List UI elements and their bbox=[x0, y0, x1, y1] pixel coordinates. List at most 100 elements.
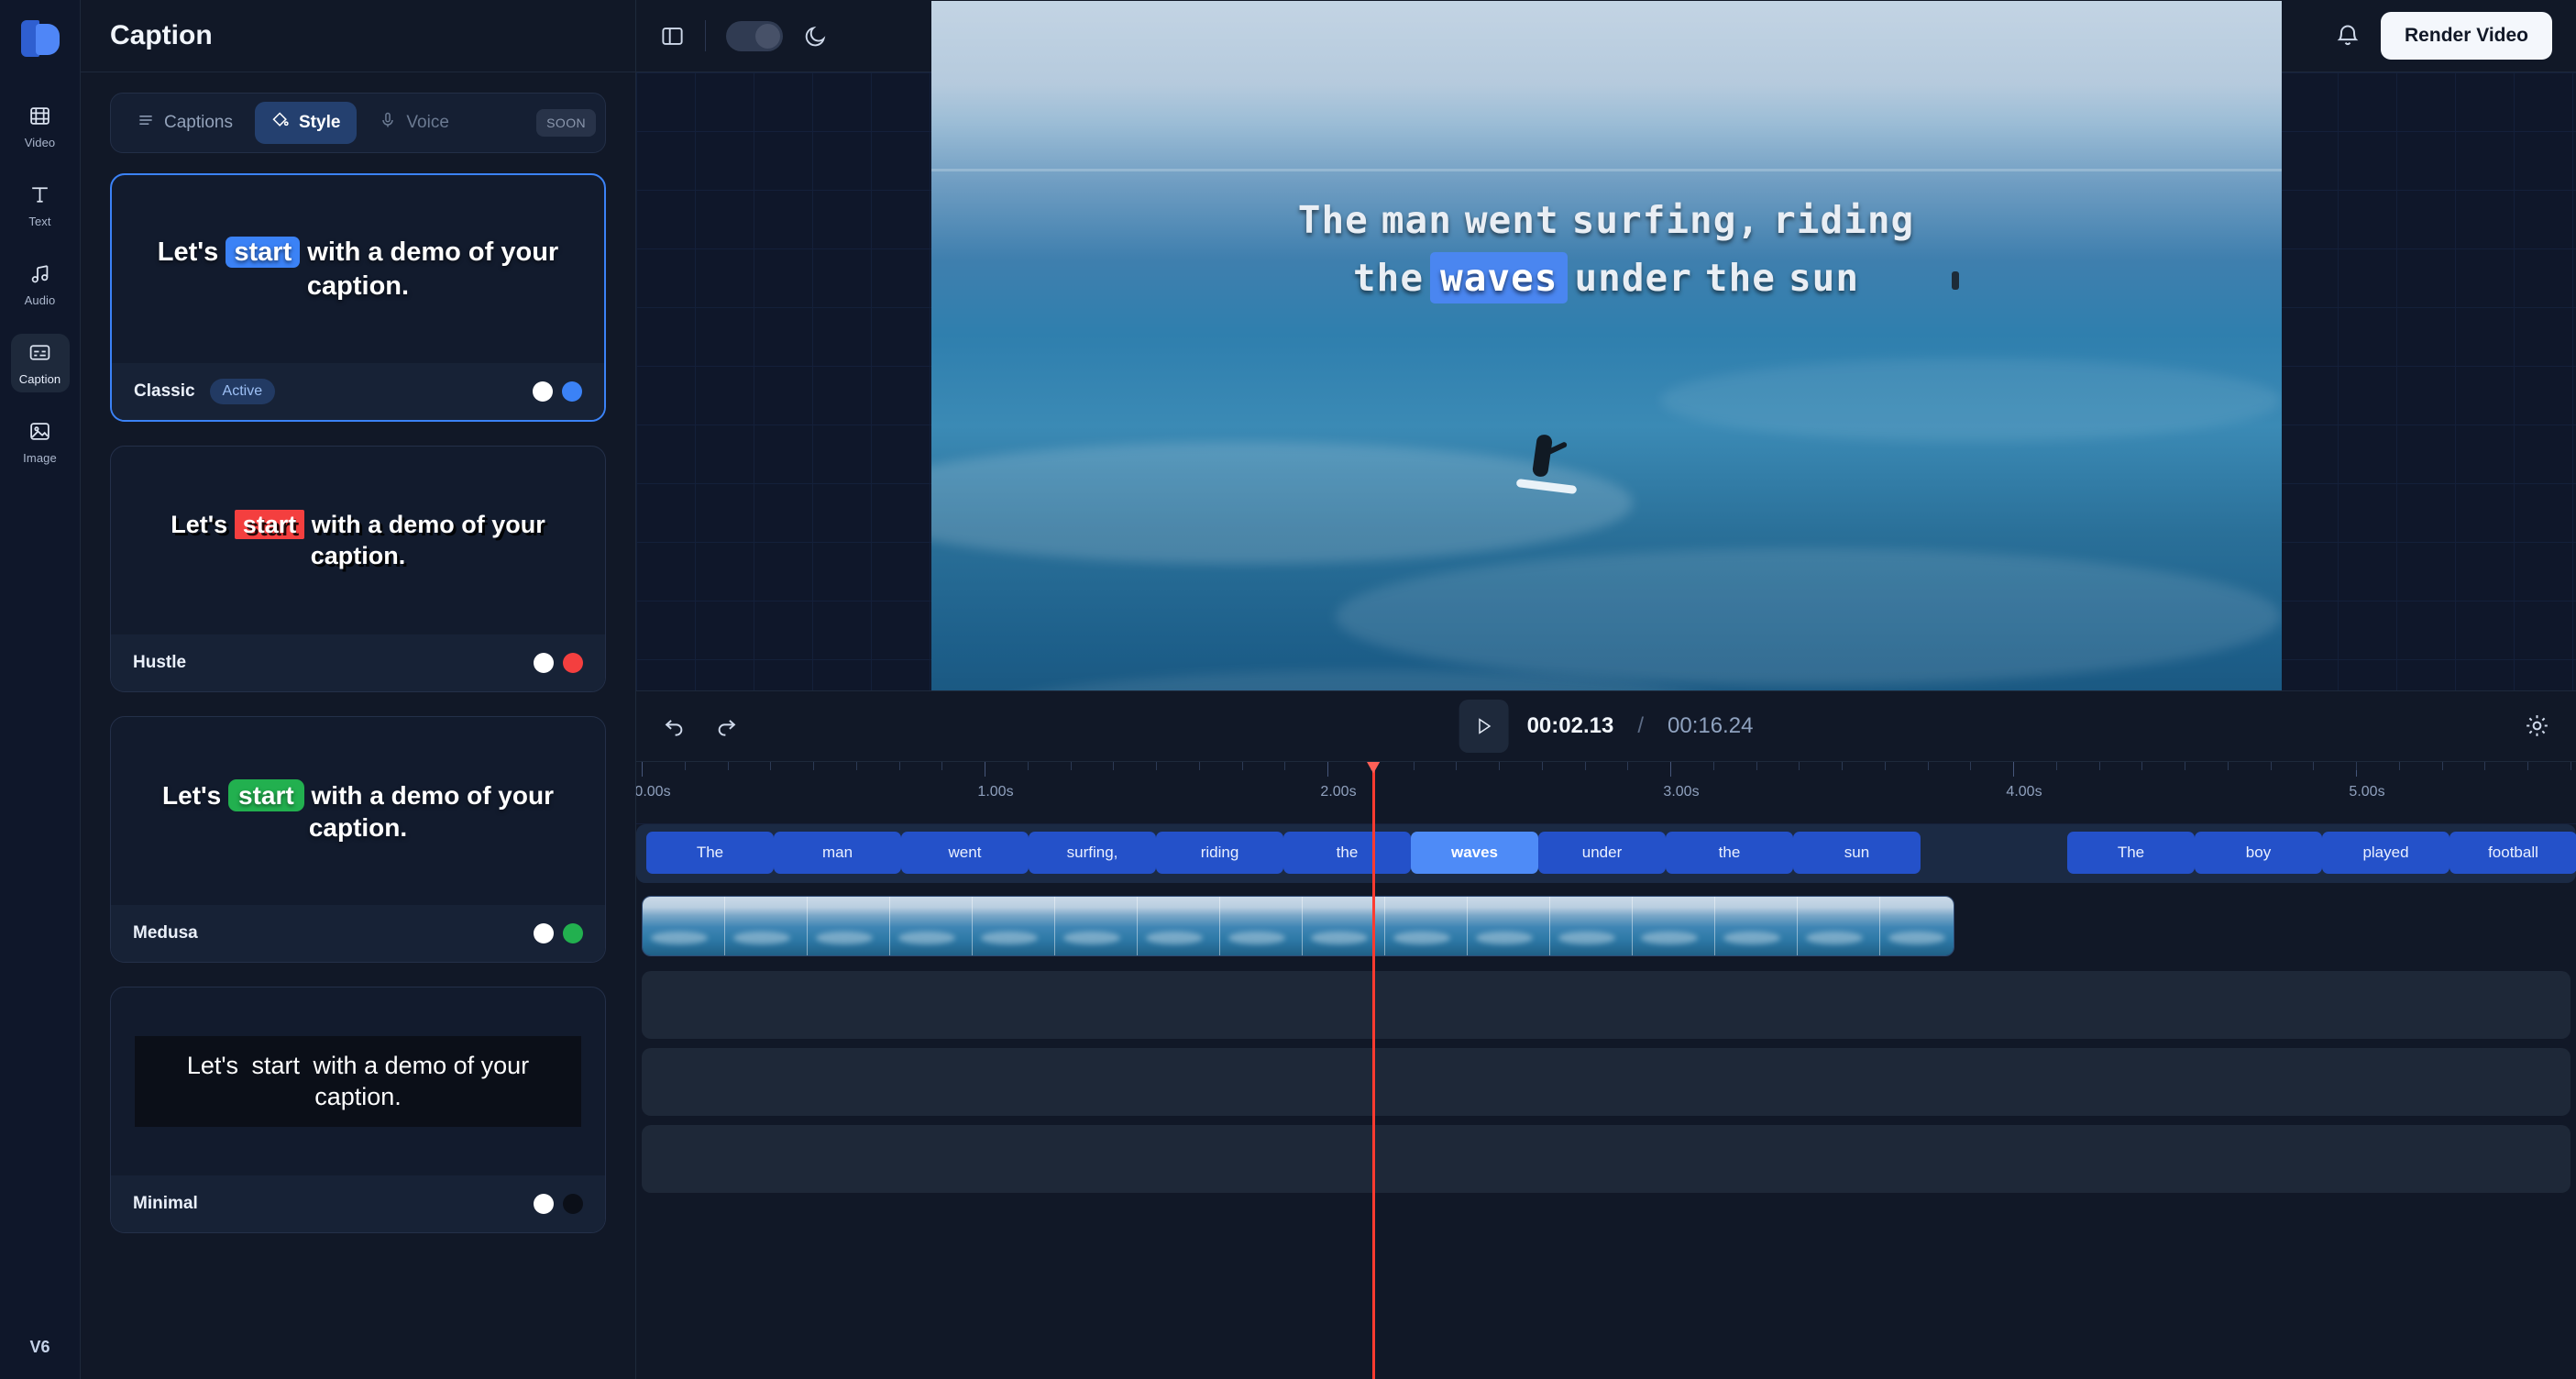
caption-chip[interactable]: football bbox=[2449, 831, 2576, 874]
color-dot-text[interactable] bbox=[533, 381, 553, 402]
timeline[interactable]: 0.00s 1.00s 2.00s 3.00s 4.00s 5.00s The man wen… bbox=[636, 761, 2576, 1379]
tab-captions[interactable]: Captions bbox=[120, 102, 249, 144]
playhead[interactable] bbox=[1365, 761, 1382, 1379]
ruler-tick-label: 2.00s bbox=[1320, 783, 1357, 800]
style-preview: Let's start with a demo of your caption. bbox=[112, 175, 604, 363]
ruler-tick-minor bbox=[1241, 761, 1243, 770]
style-preview-box: Let's start with a demo of your caption. bbox=[135, 1035, 581, 1128]
preview-pre: Let's bbox=[186, 1051, 246, 1079]
ruler-tick-minor bbox=[2141, 761, 2143, 770]
style-card-hustle[interactable]: Let's start with a demo of your caption.… bbox=[110, 446, 606, 692]
color-dot-highlight[interactable] bbox=[563, 1194, 583, 1214]
caption-chip-selected[interactable]: waves bbox=[1411, 831, 1538, 874]
caption-overlay[interactable]: The man went surfing, riding the waves under th… bbox=[931, 192, 2282, 308]
video-thumbnail-frame bbox=[1385, 896, 1468, 955]
ruler-tick-minor bbox=[898, 761, 900, 770]
caption-style-list: Let's start with a demo of your caption.… bbox=[81, 153, 635, 1379]
caption-chip[interactable]: boy bbox=[2195, 831, 2322, 874]
ruler-tick-minor bbox=[2055, 761, 2057, 770]
empty-track[interactable] bbox=[642, 970, 2570, 1039]
playback-controls: 00:02.13 / 00:16.24 bbox=[1459, 699, 1753, 753]
video-thumbnail-frame bbox=[1715, 896, 1798, 955]
transport-bar: 00:02.13 / 00:16.24 bbox=[636, 690, 2576, 762]
color-dot-text[interactable] bbox=[534, 1194, 554, 1214]
color-dot-text[interactable] bbox=[534, 923, 554, 943]
ruler-tick-minor bbox=[1799, 761, 1800, 770]
tab-voice[interactable]: Voice bbox=[362, 102, 465, 144]
ruler-tick-minor bbox=[2227, 761, 2229, 770]
app-root: Video Text Audio Caption Image V6 Captio… bbox=[0, 0, 2576, 1379]
preview-highlight: start bbox=[226, 237, 301, 269]
caption-chip[interactable]: man bbox=[774, 831, 901, 874]
ruler-tick-minor bbox=[1884, 761, 1886, 770]
ruler-tick-minor bbox=[1627, 761, 1629, 770]
caption-chip[interactable]: The bbox=[646, 831, 774, 874]
theme-toggle[interactable] bbox=[726, 20, 783, 51]
sidebar-item-text[interactable]: Text bbox=[11, 176, 70, 235]
caption-chip[interactable]: The bbox=[2067, 831, 2195, 874]
bell-icon[interactable] bbox=[2335, 23, 2361, 49]
sidebar-item-image[interactable]: Image bbox=[11, 413, 70, 471]
sidebar-item-label: Audio bbox=[24, 292, 56, 307]
video-thumbnail-frame bbox=[808, 896, 890, 955]
redo-icon[interactable] bbox=[714, 713, 739, 738]
app-logo[interactable] bbox=[17, 17, 63, 62]
caption-panel: Caption Captions Style Voice SOON Let's … bbox=[81, 0, 636, 1379]
sidebar-item-caption[interactable]: Caption bbox=[10, 334, 70, 392]
video-thumbnail-frame bbox=[1055, 896, 1138, 955]
caption-chip[interactable]: surfing, bbox=[1029, 831, 1156, 874]
style-color-dots bbox=[533, 381, 582, 402]
history-controls bbox=[662, 713, 739, 738]
moon-icon[interactable] bbox=[803, 24, 828, 49]
video-preview[interactable]: The man went surfing, riding the waves under th… bbox=[930, 1, 2282, 762]
sidebar-item-video[interactable]: Video bbox=[11, 97, 70, 156]
sidebar-item-audio[interactable]: Audio bbox=[11, 255, 70, 314]
caption-chip[interactable]: riding bbox=[1156, 831, 1283, 874]
style-card-minimal[interactable]: Let's start with a demo of your caption.… bbox=[110, 987, 606, 1233]
preview-post: with a demo of your caption. bbox=[300, 237, 559, 301]
caption-chip[interactable]: under bbox=[1538, 831, 1666, 874]
undo-icon[interactable] bbox=[662, 713, 687, 738]
ruler-tick-label: 0.00s bbox=[636, 783, 671, 800]
gear-icon[interactable] bbox=[2524, 712, 2550, 739]
ruler-tick-minor bbox=[1927, 761, 1929, 770]
list-icon bbox=[137, 111, 155, 135]
panel-left-icon[interactable] bbox=[660, 24, 685, 49]
video-thumbnail-frame bbox=[643, 896, 725, 955]
video-thumbnail-frame bbox=[1220, 896, 1303, 955]
ruler-tick-minor bbox=[1070, 761, 1072, 770]
caption-chip[interactable]: the bbox=[1283, 831, 1411, 874]
ruler-tick-minor bbox=[1413, 761, 1415, 770]
ruler-tick-minor bbox=[770, 761, 772, 770]
caption-chip[interactable]: sun bbox=[1793, 831, 1921, 874]
toggle-knob bbox=[755, 23, 780, 49]
time-separator: / bbox=[1637, 712, 1644, 738]
color-dot-highlight[interactable] bbox=[563, 923, 583, 943]
timeline-ruler[interactable]: 0.00s 1.00s 2.00s 3.00s 4.00s 5.00s bbox=[636, 761, 2576, 824]
caption-word: riding bbox=[1773, 197, 1915, 242]
color-dot-text[interactable] bbox=[534, 653, 554, 673]
render-video-button[interactable]: Render Video bbox=[2381, 12, 2552, 60]
color-dot-highlight[interactable] bbox=[562, 381, 582, 402]
caption-chip[interactable]: went bbox=[901, 831, 1029, 874]
text-icon bbox=[28, 183, 51, 211]
caption-line: The man went surfing, riding bbox=[931, 192, 2282, 250]
ruler-tick-minor bbox=[1970, 761, 1972, 770]
caption-chip[interactable]: the bbox=[1666, 831, 1793, 874]
caption-track[interactable]: The man went surfing, riding the waves under the… bbox=[636, 823, 2576, 883]
style-card-medusa[interactable]: Let's start with a demo of your caption.… bbox=[110, 716, 606, 963]
style-card-classic[interactable]: Let's start with a demo of your caption.… bbox=[110, 173, 606, 422]
left-icon-rail: Video Text Audio Caption Image V6 bbox=[0, 0, 81, 1379]
empty-track[interactable] bbox=[642, 1047, 2570, 1116]
caption-word: the bbox=[1352, 256, 1425, 301]
play-button[interactable] bbox=[1459, 699, 1509, 753]
caption-chip[interactable]: played bbox=[2322, 831, 2449, 874]
video-track[interactable] bbox=[642, 895, 1954, 956]
color-dot-highlight[interactable] bbox=[563, 653, 583, 673]
empty-track[interactable] bbox=[642, 1124, 2570, 1193]
ruler-tick-minor bbox=[1456, 761, 1458, 770]
ruler-tick-minor bbox=[1156, 761, 1157, 770]
ruler-tick-minor bbox=[1499, 761, 1500, 770]
style-name: Classic bbox=[134, 381, 195, 401]
tab-style[interactable]: Style bbox=[255, 102, 358, 144]
